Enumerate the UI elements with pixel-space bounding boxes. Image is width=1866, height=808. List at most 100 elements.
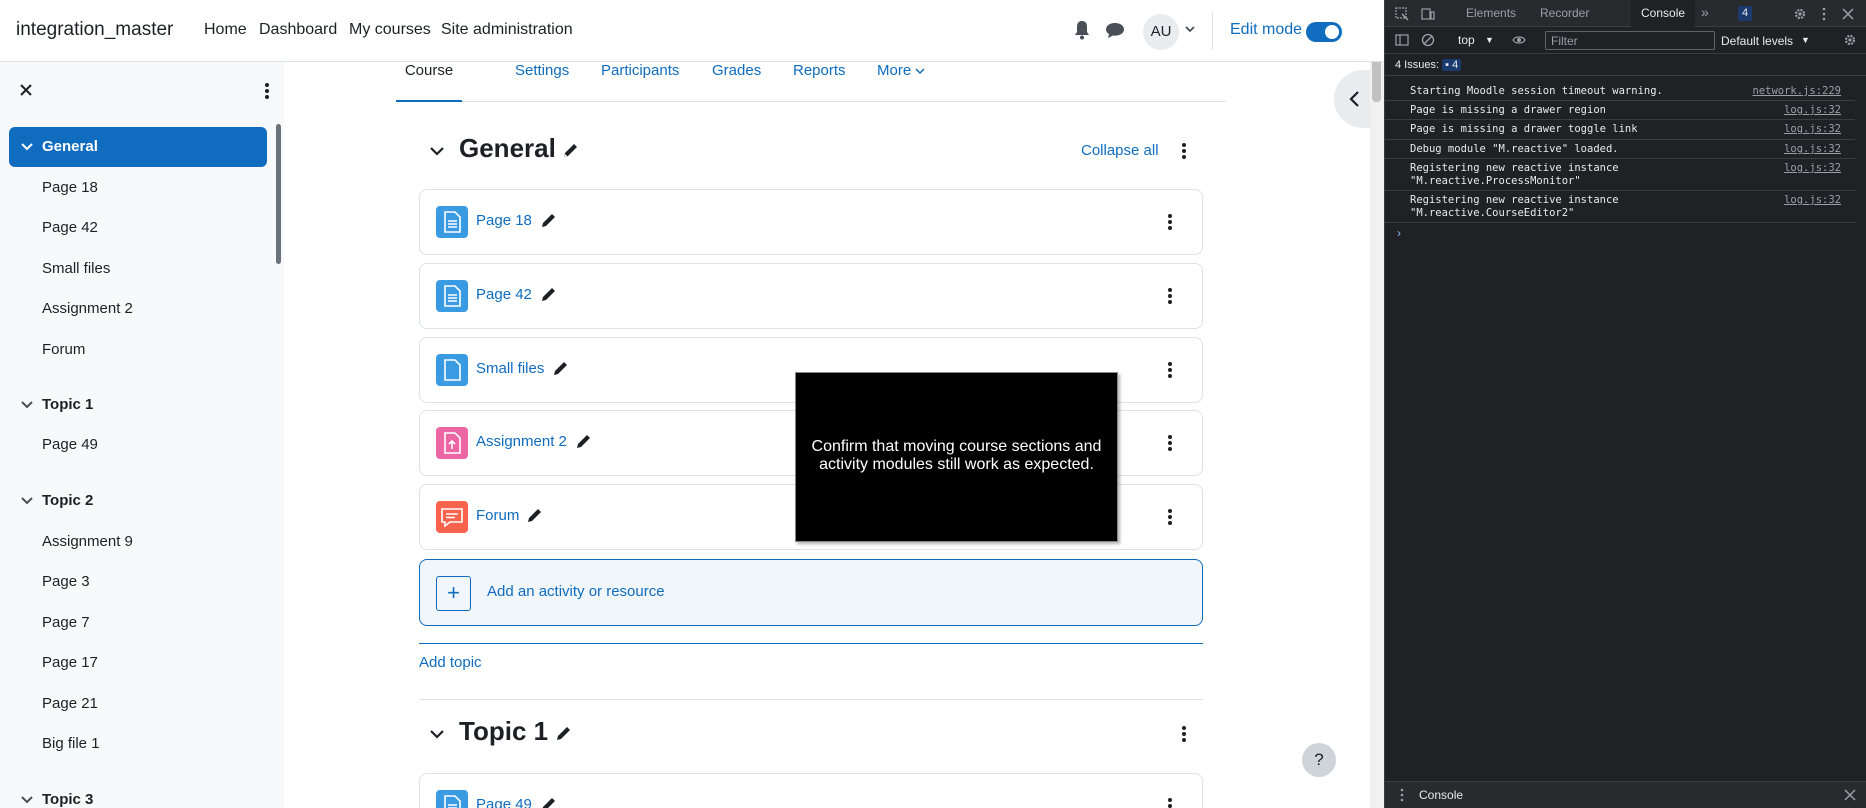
kebab-menu-icon[interactable] [1167,797,1173,808]
chevron-down-icon[interactable] [21,142,33,152]
devtools-tab-recorder[interactable]: Recorder [1540,6,1589,20]
more-tabs-chevron-icon[interactable]: » [1701,4,1709,20]
course-index-item[interactable]: Page 7 [9,603,267,643]
console-message-source[interactable]: log.js:32 [1784,194,1841,206]
pencil-edit-icon[interactable] [552,360,569,377]
activity-name-link[interactable]: Page 18 [476,212,532,229]
drawer-tab-console[interactable]: Console [1419,788,1463,802]
activity-name-link[interactable]: Forum [476,507,519,524]
nav-link-dashboard[interactable]: Dashboard [259,21,337,39]
tab-reports[interactable]: Reports [793,62,846,102]
gear-icon[interactable] [1793,7,1807,21]
activity-name-link[interactable]: Page 49 [476,796,532,808]
course-index-section-topic-1[interactable]: Topic 1 [9,385,267,425]
tab-more[interactable]: More [877,62,925,102]
close-icon[interactable] [18,82,34,98]
chevron-down-icon[interactable]: ▼ [1485,35,1494,45]
site-name[interactable]: integration_master [16,19,173,41]
console-scrollbar[interactable] [1855,76,1866,781]
kebab-menu-icon[interactable] [1181,725,1187,743]
edit-mode-toggle[interactable] [1306,22,1342,42]
tab-course[interactable]: Course [396,62,462,102]
pencil-edit-icon[interactable] [555,725,572,742]
console-message[interactable]: Starting Moodle session timeout warning.… [1385,82,1866,101]
console-message[interactable]: Page is missing a drawer region log.js:3… [1385,101,1866,120]
pencil-edit-icon[interactable] [526,507,543,524]
course-index-item[interactable]: Assignment 2 [9,289,267,329]
devtools-tab-elements[interactable]: Elements [1466,6,1516,20]
kebab-menu-icon[interactable] [1181,142,1187,160]
kebab-menu-icon[interactable] [1167,287,1173,305]
console-message-source[interactable]: log.js:32 [1784,162,1841,174]
issues-badge[interactable]: 4 [1738,6,1753,21]
close-icon[interactable] [1841,7,1855,21]
chevron-down-icon[interactable] [429,145,445,157]
pencil-edit-icon[interactable] [562,142,579,159]
section-title[interactable]: General [459,133,556,164]
pencil-edit-icon[interactable] [575,433,592,450]
kebab-menu-icon[interactable] [264,82,270,100]
course-index-item[interactable]: Page 21 [9,684,267,724]
context-selector[interactable]: top [1458,33,1475,47]
chevron-down-icon[interactable] [21,795,33,805]
course-index-item[interactable]: Big file 1 [9,724,267,764]
eye-icon[interactable] [1512,33,1526,47]
user-avatar[interactable]: AU [1143,14,1179,50]
collapse-all-link[interactable]: Collapse all [1081,142,1159,159]
console-message-source[interactable]: log.js:32 [1784,123,1841,135]
course-index-section-topic-2[interactable]: Topic 2 [9,481,267,521]
clear-console-icon[interactable] [1421,33,1435,47]
course-index-item[interactable]: Page 42 [9,208,267,248]
console-message-source[interactable]: network.js:229 [1752,85,1841,97]
kebab-menu-icon[interactable] [1167,508,1173,526]
course-index-item[interactable]: Small files [9,249,267,289]
chevron-down-icon[interactable] [1183,22,1197,36]
add-topic-link[interactable]: Add topic [419,654,482,671]
log-levels-dropdown[interactable]: Default levels [1721,34,1793,48]
activity-name-link[interactable]: Page 42 [476,286,532,303]
tab-settings[interactable]: Settings [515,62,569,102]
console-message[interactable]: Registering new reactive instance "M.rea… [1385,191,1866,223]
inspect-element-icon[interactable] [1395,7,1409,21]
course-index-item[interactable]: Page 49 [9,425,267,465]
kebab-menu-icon[interactable] [1395,788,1409,802]
tab-participants[interactable]: Participants [601,62,679,102]
tab-grades[interactable]: Grades [712,62,761,102]
console-message-source[interactable]: log.js:32 [1784,143,1841,155]
page-scrollbar-track[interactable] [1370,0,1384,808]
section-title[interactable]: Topic 1 [459,716,548,747]
course-index-item[interactable]: Page 3 [9,562,267,602]
drawer-scrollbar[interactable] [276,124,281,264]
chevron-down-icon[interactable] [429,728,445,740]
chevron-down-icon[interactable] [21,400,33,410]
nav-link-my-courses[interactable]: My courses [349,21,431,39]
notifications-bell-icon[interactable] [1073,20,1091,40]
console-message[interactable]: Registering new reactive instance "M.rea… [1385,159,1866,191]
edit-mode-label[interactable]: Edit mode [1230,21,1302,39]
console-filter-input[interactable] [1545,31,1715,50]
activity-name-link[interactable]: Small files [476,360,544,377]
gear-icon[interactable] [1843,33,1857,47]
kebab-menu-icon[interactable] [1167,361,1173,379]
course-index-section-topic-3[interactable]: Topic 3 [9,780,267,808]
sidebar-toggle-icon[interactable] [1395,33,1409,47]
nav-link-site-administration[interactable]: Site administration [441,21,573,39]
nav-link-home[interactable]: Home [204,21,247,39]
chevron-down-icon[interactable] [21,496,33,506]
pencil-edit-icon[interactable] [540,796,557,808]
course-index-section-general[interactable]: General [9,127,267,167]
kebab-menu-icon[interactable] [1817,7,1831,21]
pencil-edit-icon[interactable] [540,212,557,229]
console-prompt-chevron-icon[interactable]: › [1397,226,1401,240]
course-index-item[interactable]: Assignment 9 [9,522,267,562]
activity-name-link[interactable]: Assignment 2 [476,433,567,450]
messages-chat-icon[interactable] [1105,20,1125,40]
devtools-tab-console[interactable]: Console [1631,0,1696,27]
console-message[interactable]: Debug module "M.reactive" loaded. log.js… [1385,140,1866,159]
course-index-item[interactable]: Forum [9,330,267,370]
kebab-menu-icon[interactable] [1167,434,1173,452]
console-message[interactable]: Page is missing a drawer toggle link log… [1385,120,1866,140]
kebab-menu-icon[interactable] [1167,213,1173,231]
add-activity-button[interactable]: + Add an activity or resource [419,559,1203,626]
pencil-edit-icon[interactable] [540,286,557,303]
